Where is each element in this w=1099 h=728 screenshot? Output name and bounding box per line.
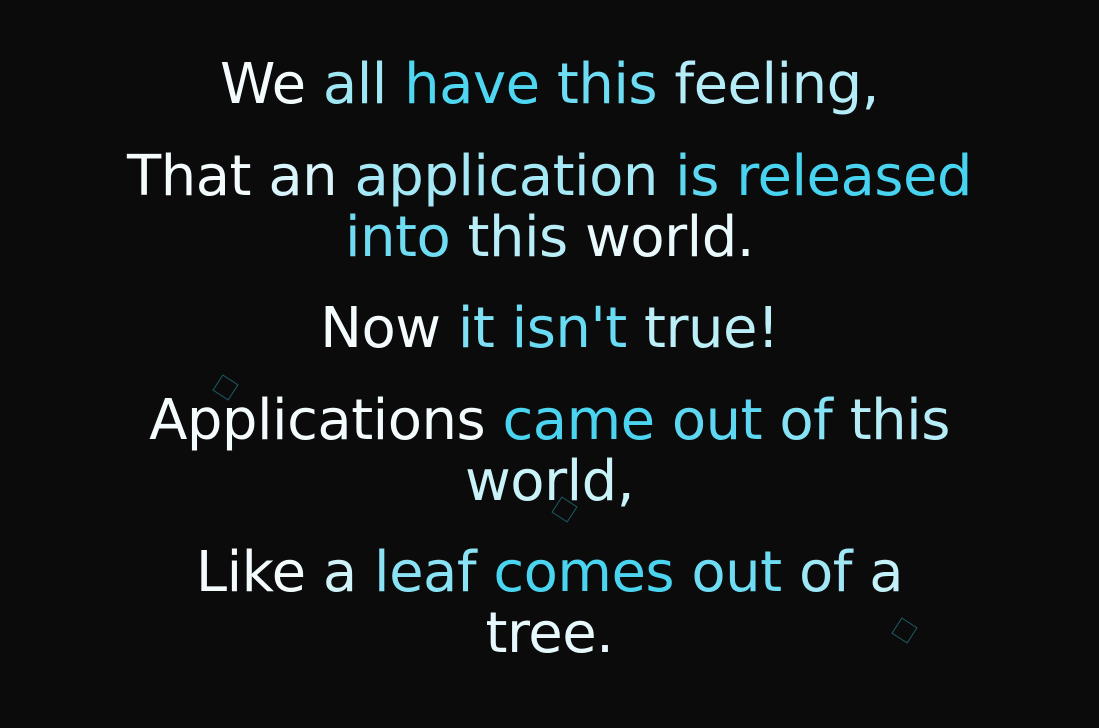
stanza-3-word-2: it — [457, 296, 495, 361]
stanza-1: We all have this feeling, — [0, 54, 1099, 115]
stanza-5-word-4: comes — [493, 540, 675, 605]
stanza-2-word-5: released — [736, 144, 972, 209]
stanza-3-word-4: true! — [644, 296, 779, 361]
stanza-3-word-1: Now — [320, 296, 441, 361]
stanza-5-word-6: of — [798, 540, 852, 605]
stanza-2-word-3: application — [354, 144, 658, 209]
stanza-5-word-8: tree. — [485, 601, 614, 666]
stanza-4-word-4: of — [779, 388, 833, 453]
stanza-4: Applications came out of this world, — [0, 390, 1099, 512]
stanza-2-word-7: this — [467, 205, 569, 270]
stanza-4-word-2: came — [502, 388, 655, 453]
stanza-4-word-5: this — [849, 388, 951, 453]
stanza-4-word-6: world, — [465, 449, 635, 514]
stanza-5-word-5: out — [691, 540, 782, 605]
stanza-5-word-3: leaf — [374, 540, 477, 605]
stanza-1-word-5: feeling, — [674, 52, 879, 117]
stanza-2-word-8: world. — [585, 205, 755, 270]
stanza-3-word-3: isn't — [511, 296, 628, 361]
stanza-3: Now it isn't true! — [0, 298, 1099, 359]
stanza-1-word-2: all — [322, 52, 387, 117]
poem-container: We all have this feeling, That an applic… — [0, 0, 1099, 728]
stanza-1-word-4: this — [556, 52, 658, 117]
stanza-2-word-1: That — [127, 144, 252, 209]
stanza-2-word-4: is — [675, 144, 719, 209]
stanza-1-word-3: have — [404, 52, 540, 117]
stanza-4-word-3: out — [671, 388, 763, 453]
stanza-1-word-1: We — [220, 52, 306, 117]
stanza-5-word-1: Like — [195, 540, 306, 605]
stanza-5: Like a leaf comes out of a tree. — [0, 542, 1099, 664]
stanza-2-word-2: an — [268, 144, 338, 209]
stanza-4-word-1: Applications — [149, 388, 486, 453]
stanza-2: That an application is released into this… — [0, 146, 1099, 268]
stanza-2-word-6: into — [344, 205, 451, 270]
stanza-5-word-7: a — [869, 540, 904, 605]
stanza-5-word-2: a — [322, 540, 357, 605]
